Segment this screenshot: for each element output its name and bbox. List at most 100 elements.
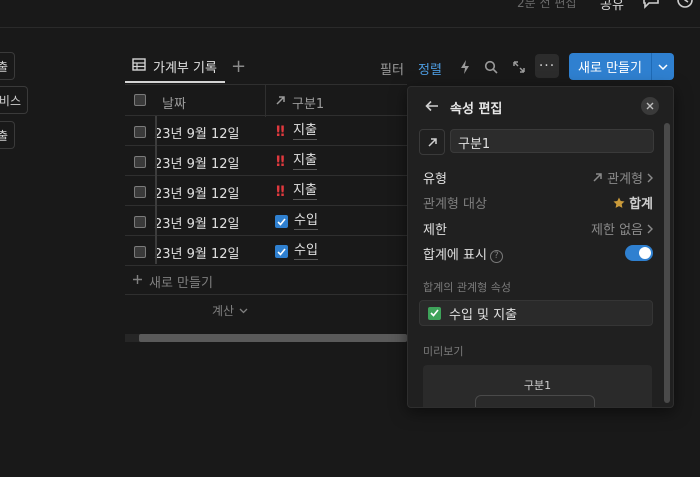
new-row-label: 새로 만들기 xyxy=(149,276,213,291)
row-category[interactable]: !! 지출 xyxy=(275,153,317,170)
help-icon[interactable]: ? xyxy=(489,250,503,263)
table-row[interactable]: 23년 9월 12일 !! 지출 xyxy=(125,116,407,146)
row-category-label: 지출 xyxy=(293,183,317,200)
relation-target-row: 관계형 대상 합계 xyxy=(423,193,653,213)
panel-title: 속성 편집 xyxy=(450,102,503,117)
table-icon xyxy=(132,58,146,75)
row-category[interactable]: !! 지출 xyxy=(275,123,317,140)
lightning-icon[interactable] xyxy=(456,58,474,76)
row-checkbox[interactable] xyxy=(134,156,146,168)
check-icon xyxy=(275,245,288,258)
chevron-down-icon[interactable] xyxy=(651,53,674,80)
column-header-category[interactable]: 구분1 xyxy=(275,93,324,112)
relation-target-label: 관계형 대상 xyxy=(423,197,487,212)
row-date: 23년 9월 12일 xyxy=(154,247,240,262)
horizontal-scrollbar[interactable] xyxy=(125,334,407,342)
check-icon xyxy=(275,215,288,228)
select-all-checkbox[interactable] xyxy=(134,94,146,106)
new-row-button[interactable]: 새로 만들기 xyxy=(132,272,213,291)
share-button[interactable]: 공유 xyxy=(600,0,624,13)
clock-icon[interactable] xyxy=(675,0,695,9)
expand-icon[interactable] xyxy=(510,58,528,76)
exclamation-icon: !! xyxy=(275,153,286,170)
row-checkbox[interactable] xyxy=(134,126,146,138)
new-button-label: 새로 만들기 xyxy=(578,61,642,76)
calculate-button[interactable]: 계산 xyxy=(212,302,248,319)
chevron-right-icon xyxy=(647,173,653,182)
row-category-label: 수입 xyxy=(294,243,318,260)
row-category[interactable]: 수입 xyxy=(275,213,318,230)
view-toolbar: 가계부 기록 + 필터 정렬 ··· 새로 만들기 xyxy=(125,52,675,84)
limit-value: 제한 없음 xyxy=(591,219,653,238)
left-button-1[interactable]: 출 xyxy=(0,52,15,80)
calculate-label: 계산 xyxy=(212,304,235,318)
relation-target-value: 합계 xyxy=(613,193,653,212)
comment-icon[interactable] xyxy=(641,0,661,9)
show-on-related-toggle[interactable] xyxy=(625,245,653,261)
column-resize-line[interactable] xyxy=(155,116,157,264)
row-date: 23년 9월 12일 xyxy=(154,157,240,172)
more-options-button[interactable]: ··· xyxy=(535,54,559,78)
relation-arrow-icon xyxy=(593,173,602,182)
row-category-label: 지출 xyxy=(293,153,317,170)
sort-button[interactable]: 정렬 xyxy=(418,59,442,78)
type-label: 유형 xyxy=(423,172,447,187)
add-view-button[interactable]: + xyxy=(231,56,246,77)
row-category-label: 수입 xyxy=(294,213,318,230)
column-divider xyxy=(265,85,266,117)
table-row[interactable]: 23년 9월 12일 !! 지출 xyxy=(125,146,407,176)
search-icon[interactable] xyxy=(482,58,500,76)
row-checkbox[interactable] xyxy=(134,246,146,258)
exclamation-icon: !! xyxy=(275,183,286,200)
tab-ledger[interactable]: 가계부 기록 xyxy=(125,52,225,83)
type-value: 관계형 xyxy=(592,168,653,187)
close-icon[interactable] xyxy=(641,97,659,115)
top-bar: 2분 전 편집 공유 xyxy=(0,0,700,28)
type-value-label: 관계형 xyxy=(607,172,643,187)
relation-arrow-icon xyxy=(275,95,286,110)
table-row[interactable]: 23년 9월 12일 !! 지출 xyxy=(125,176,407,206)
preview-card xyxy=(475,395,595,407)
back-arrow-icon[interactable] xyxy=(424,98,440,114)
chevron-right-icon xyxy=(647,224,653,233)
check-icon xyxy=(428,306,441,320)
show-on-related-row: 합계에 표시? xyxy=(423,244,653,264)
row-category[interactable]: 수입 xyxy=(275,243,318,260)
exclamation-icon: !! xyxy=(275,123,286,140)
relation-target-name: 합계 xyxy=(629,197,653,212)
table-row[interactable]: 23년 9월 12일 수입 xyxy=(125,206,407,236)
preview-section-label: 미리보기 xyxy=(423,345,464,358)
star-icon xyxy=(613,197,625,208)
tab-label: 가계부 기록 xyxy=(153,61,217,76)
type-row[interactable]: 유형 관계형 xyxy=(423,168,653,188)
row-category-label: 지출 xyxy=(293,123,317,140)
row-date: 23년 9월 12일 xyxy=(154,217,240,232)
row-category[interactable]: !! 지출 xyxy=(275,183,317,200)
limit-row[interactable]: 제한 제한 없음 xyxy=(423,219,653,239)
last-edited-text: 2분 전 편집 xyxy=(517,0,577,10)
plus-icon xyxy=(132,274,143,289)
preview-label: 구분1 xyxy=(523,379,552,392)
related-property-section-label: 합계의 관계형 속성 xyxy=(423,281,511,294)
new-button[interactable]: 새로 만들기 xyxy=(569,53,674,80)
property-name-input[interactable]: 구분1 xyxy=(450,129,654,153)
column-header-date[interactable]: 날짜 xyxy=(162,93,186,112)
column-header-category-label: 구분1 xyxy=(292,97,325,112)
row-checkbox[interactable] xyxy=(134,186,146,198)
panel-scrollbar[interactable] xyxy=(664,123,670,403)
table-row[interactable]: 23년 9월 12일 수입 xyxy=(125,236,407,266)
property-icon-button[interactable] xyxy=(419,129,445,155)
row-date: 23년 9월 12일 xyxy=(154,187,240,202)
related-property-label: 수입 및 지출 xyxy=(449,307,518,323)
limit-value-label: 제한 없음 xyxy=(591,223,643,238)
chevron-down-icon xyxy=(239,308,248,313)
limit-label: 제한 xyxy=(423,223,447,238)
row-date: 23년 9월 12일 xyxy=(154,127,240,142)
left-button-2[interactable]: 비스 xyxy=(0,86,28,114)
related-property-item[interactable]: 수입 및 지출 xyxy=(419,300,653,326)
row-checkbox[interactable] xyxy=(134,216,146,228)
preview-box: 구분1 xyxy=(423,365,652,407)
filter-button[interactable]: 필터 xyxy=(380,59,404,78)
left-button-3[interactable]: 출 xyxy=(0,121,15,149)
scrollbar-thumb[interactable] xyxy=(139,334,407,342)
